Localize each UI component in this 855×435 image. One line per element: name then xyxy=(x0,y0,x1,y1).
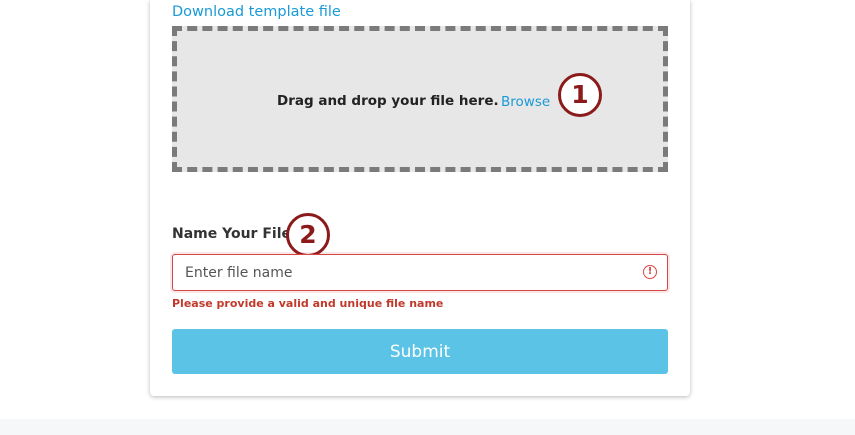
browse-link[interactable]: Browse xyxy=(501,94,550,110)
file-name-label: Name Your File xyxy=(172,226,291,242)
exclamation-circle-icon: ! xyxy=(643,265,657,279)
file-name-input[interactable] xyxy=(173,255,645,290)
callout-marker-1: 1 xyxy=(558,73,602,117)
download-template-link[interactable]: Download template file xyxy=(172,4,341,20)
callout-marker-2: 2 xyxy=(286,213,330,257)
file-name-field: ! xyxy=(172,254,668,291)
file-name-error-message: Please provide a valid and unique file n… xyxy=(172,297,444,310)
dropzone-instruction: Drag and drop your file here. xyxy=(277,93,499,109)
submit-button[interactable]: Submit xyxy=(172,329,668,374)
upload-card: Download template file Drag and drop you… xyxy=(150,0,690,396)
